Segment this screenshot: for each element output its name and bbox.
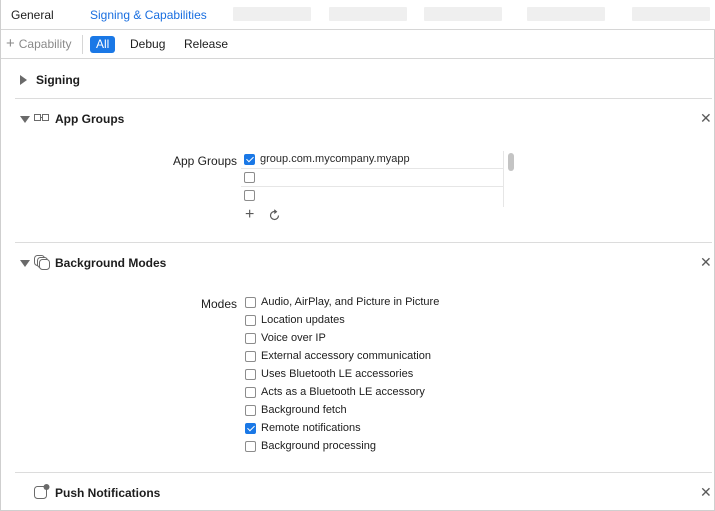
divider: [82, 35, 83, 54]
configuration-filter-bar: + Capability All Debug Release: [1, 30, 715, 59]
app-group-label: group.com.mycompany.myapp: [260, 153, 410, 165]
mode-label: Remote notifications: [261, 422, 361, 434]
filter-release-button[interactable]: Release: [178, 36, 234, 53]
app-groups-list-actions: +: [245, 206, 285, 225]
disclosure-triangle-icon[interactable]: [20, 260, 30, 267]
background-modes-icon: [34, 255, 50, 270]
app-groups-field-label: App Groups: [173, 154, 238, 168]
push-notifications-icon: [34, 484, 50, 499]
mode-label: Audio, AirPlay, and Picture in Picture: [261, 296, 440, 308]
close-icon[interactable]: ✕: [700, 484, 712, 501]
add-capability-label: Capability: [18, 37, 72, 51]
plus-icon[interactable]: +: [245, 206, 254, 224]
list-item[interactable]: Audio, AirPlay, and Picture in Picture: [244, 295, 504, 311]
list-item[interactable]: [241, 169, 503, 187]
list-item[interactable]: Location updates: [244, 313, 504, 329]
list-item[interactable]: Remote notifications: [244, 421, 504, 437]
section-divider: [15, 242, 712, 243]
mode-label: Location updates: [261, 314, 345, 326]
plus-icon: +: [6, 35, 15, 52]
mode-label: Uses Bluetooth LE accessories: [261, 368, 414, 380]
mode-checkbox[interactable]: [245, 369, 256, 380]
section-title: App Groups: [55, 112, 125, 126]
editor-tab-bar: General Signing & Capabilities: [1, 0, 715, 30]
push-notifications-section-header[interactable]: Push Notifications ✕: [1, 483, 715, 503]
list-item[interactable]: Background processing: [244, 439, 504, 455]
section-title: Background Modes: [55, 256, 167, 270]
mode-label: Acts as a Bluetooth LE accessory: [261, 386, 425, 398]
signing-section-header[interactable]: Signing: [1, 70, 715, 90]
filter-all-button[interactable]: All: [90, 36, 116, 53]
tab-signing-capabilities[interactable]: Signing & Capabilities: [90, 8, 207, 22]
app-group-checkbox[interactable]: [244, 172, 255, 183]
mode-checkbox[interactable]: [245, 351, 256, 362]
modes-field-label: Modes: [201, 297, 238, 311]
mode-label: Voice over IP: [261, 332, 326, 344]
mode-label: External accessory communication: [261, 350, 431, 362]
section-divider: [15, 98, 712, 99]
tab-placeholder[interactable]: [233, 7, 311, 21]
section-divider: [15, 472, 712, 473]
scrollbar-thumb[interactable]: [508, 153, 514, 171]
tab-placeholder[interactable]: [527, 7, 605, 21]
capabilities-editor: General Signing & Capabilities + Capabil…: [0, 0, 715, 511]
mode-checkbox[interactable]: [245, 387, 256, 398]
refresh-icon[interactable]: [268, 209, 281, 222]
app-groups-section-header[interactable]: App Groups ✕: [1, 109, 715, 129]
tab-placeholder[interactable]: [632, 7, 710, 21]
filter-debug-button[interactable]: Debug: [124, 36, 171, 53]
list-scrollbar[interactable]: [503, 151, 516, 207]
close-icon[interactable]: ✕: [700, 110, 712, 127]
list-item[interactable]: group.com.mycompany.myapp: [241, 151, 503, 169]
tab-general[interactable]: General: [11, 8, 54, 22]
list-item[interactable]: Background fetch: [244, 403, 504, 419]
add-capability-button[interactable]: + Capability: [6, 35, 72, 52]
mode-checkbox[interactable]: [245, 441, 256, 452]
tab-placeholder[interactable]: [424, 7, 502, 21]
app-groups-icon: [34, 114, 49, 121]
list-item[interactable]: External accessory communication: [244, 349, 504, 365]
section-title: Push Notifications: [55, 486, 161, 500]
list-item[interactable]: Voice over IP: [244, 331, 504, 347]
mode-checkbox[interactable]: [245, 333, 256, 344]
section-title: Signing: [36, 73, 80, 87]
mode-checkbox[interactable]: [245, 405, 256, 416]
close-icon[interactable]: ✕: [700, 254, 712, 271]
tab-placeholder[interactable]: [329, 7, 407, 21]
mode-checkbox[interactable]: [245, 423, 256, 434]
list-item[interactable]: [241, 187, 503, 205]
app-group-checkbox[interactable]: [244, 190, 255, 201]
app-group-checkbox[interactable]: [244, 154, 255, 165]
disclosure-triangle-icon[interactable]: [20, 75, 27, 85]
mode-label: Background processing: [261, 440, 376, 452]
list-item[interactable]: Acts as a Bluetooth LE accessory: [244, 385, 504, 401]
disclosure-triangle-icon[interactable]: [20, 116, 30, 123]
app-groups-list: group.com.mycompany.myapp: [241, 151, 516, 207]
mode-checkbox[interactable]: [245, 315, 256, 326]
mode-checkbox[interactable]: [245, 297, 256, 308]
mode-label: Background fetch: [261, 404, 347, 416]
background-modes-section-header[interactable]: Background Modes ✕: [1, 253, 715, 273]
list-item[interactable]: Uses Bluetooth LE accessories: [244, 367, 504, 383]
